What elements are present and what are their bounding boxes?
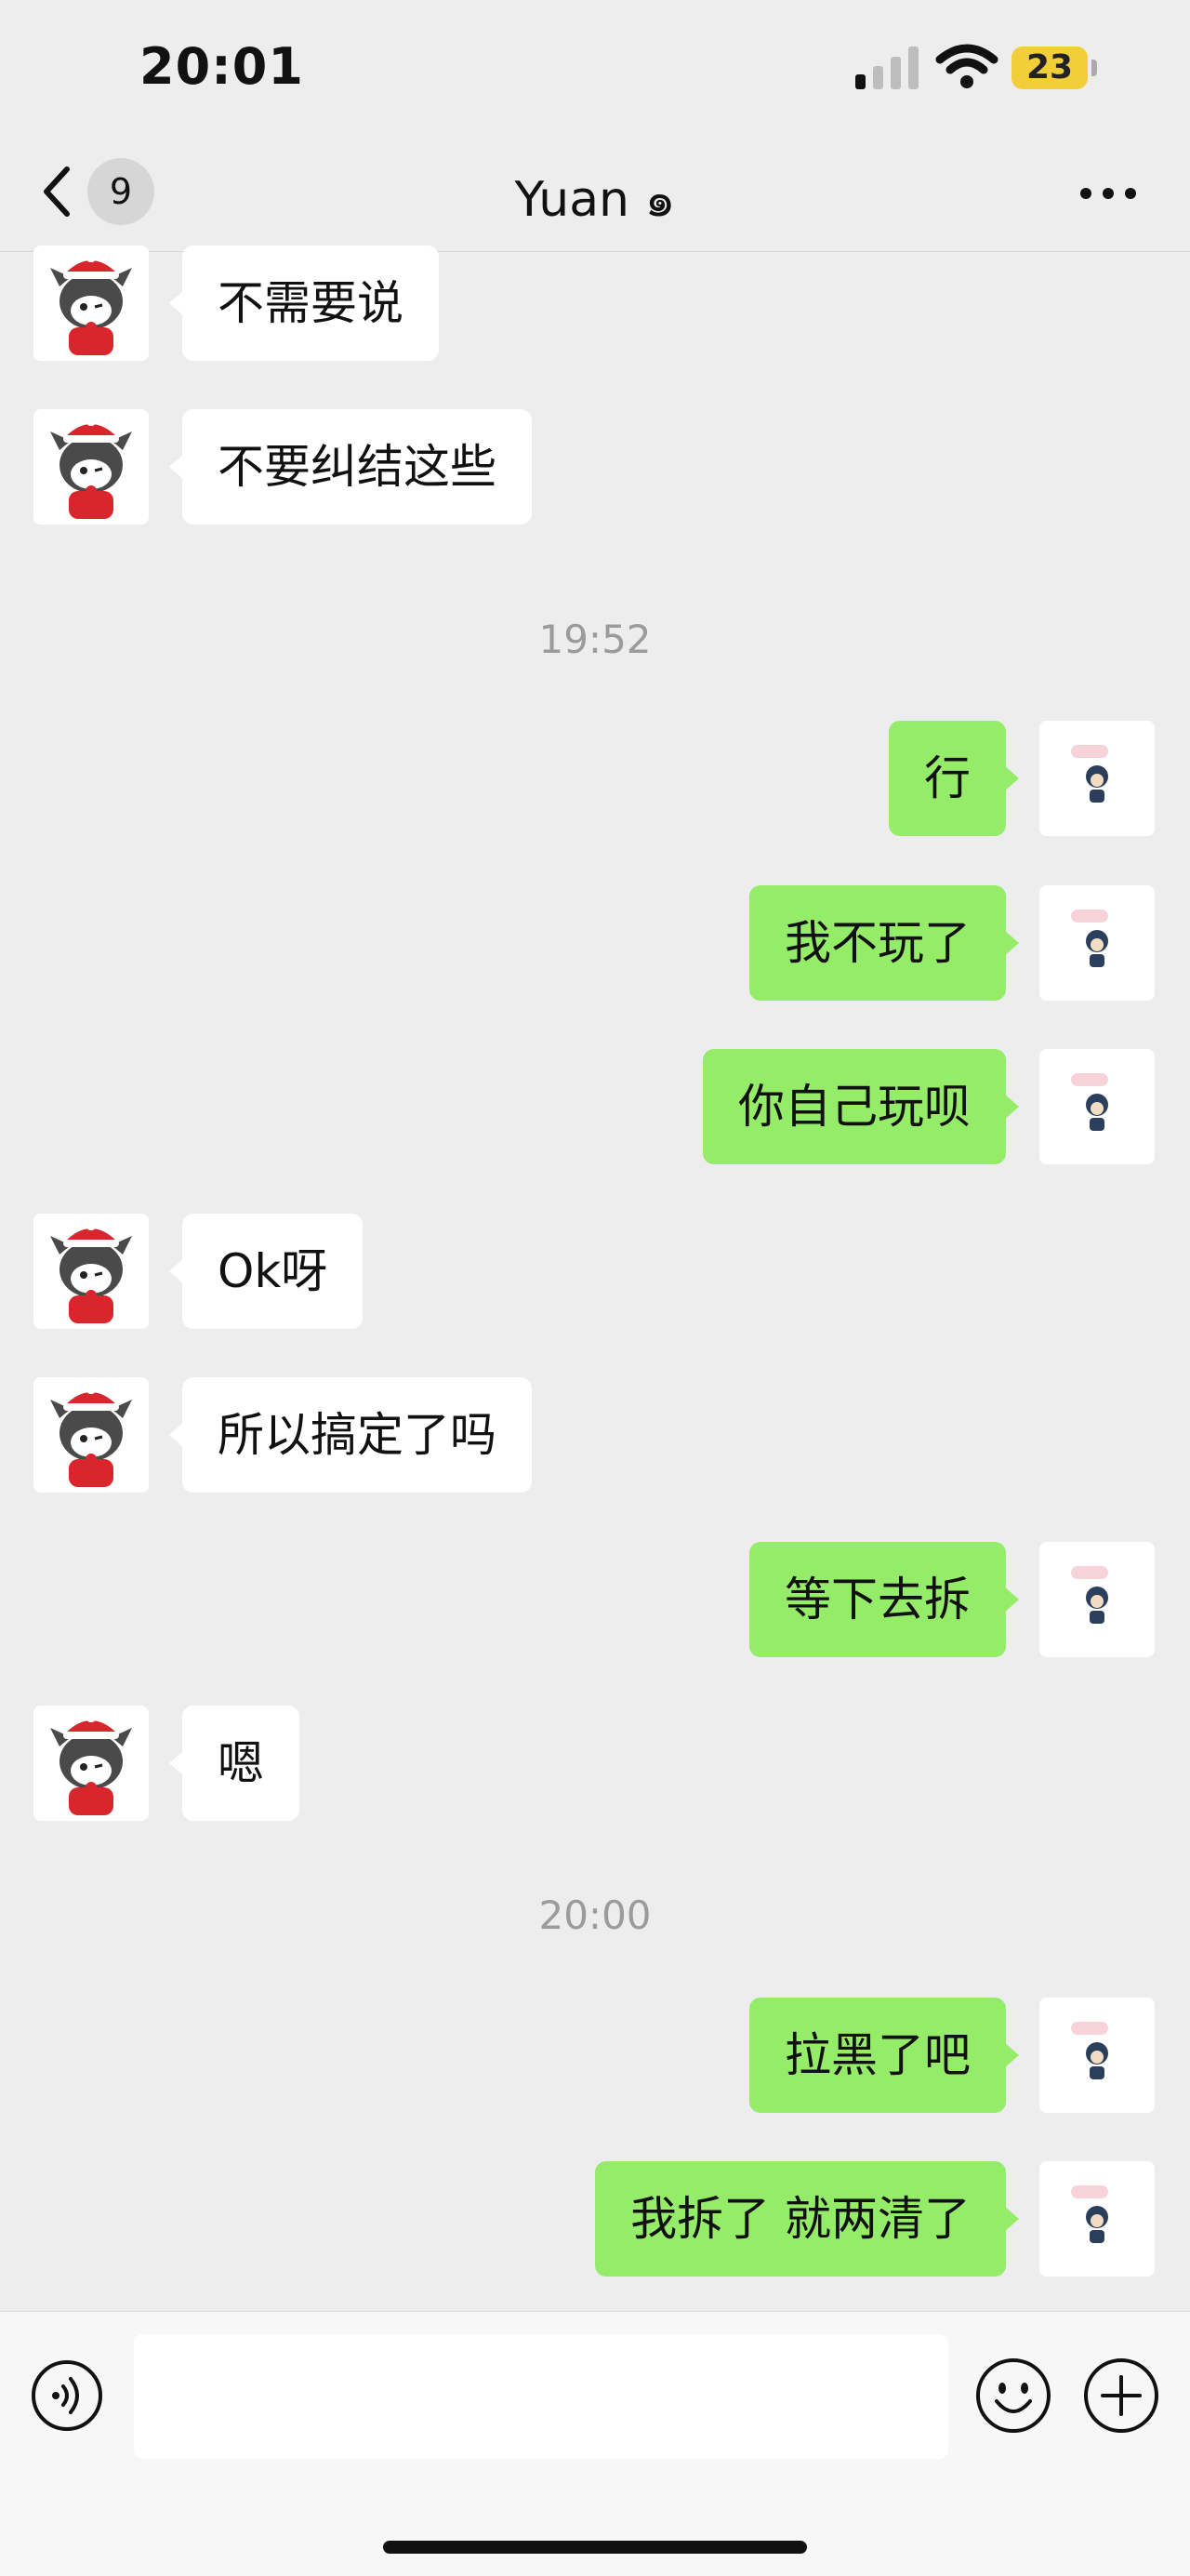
message-sent: 我拆了 就两清了: [0, 2161, 1190, 2278]
message-timestamp: 19:52: [538, 617, 652, 662]
plus-icon[interactable]: [1082, 2357, 1160, 2435]
message-sent: 行: [0, 721, 1190, 838]
message-received: 所以搞定了吗: [0, 1377, 1190, 1494]
message-bubble[interactable]: 不需要说: [169, 246, 439, 361]
user-avatar[interactable]: [1039, 885, 1155, 1001]
message-list[interactable]: 不需要说 不要纠结这些 19:52 行 我不玩了 你自己玩呗 Ok呀 所以搞定了…: [0, 246, 1190, 2311]
user-avatar-image: [1039, 2161, 1155, 2277]
emoji-icon[interactable]: [974, 2357, 1052, 2435]
status-bar: 20:01 23: [0, 0, 1190, 139]
message-sent: 等下去拆: [0, 1542, 1190, 1659]
input-bar: [0, 2311, 1190, 2576]
user-avatar-image: [1039, 885, 1155, 1001]
message-bubble[interactable]: 拉黑了吧: [749, 1998, 1019, 2113]
user-avatar[interactable]: [1039, 2161, 1155, 2277]
message-sent: 拉黑了吧: [0, 1998, 1190, 2115]
contact-avatar-image: [33, 1706, 149, 1821]
message-bubble[interactable]: 我不玩了: [749, 885, 1019, 1001]
user-avatar[interactable]: [1039, 721, 1155, 836]
message-sent: 你自己玩呗: [0, 1049, 1190, 1166]
contact-avatar-image: [33, 409, 149, 524]
contact-avatar[interactable]: [33, 409, 149, 524]
user-avatar-image: [1039, 1998, 1155, 2113]
user-avatar[interactable]: [1039, 1049, 1155, 1164]
battery-level: 23: [1012, 46, 1088, 89]
home-indicator: [383, 2541, 807, 2554]
chat-title: Yuan ๑: [514, 172, 676, 228]
message-input[interactable]: [134, 2334, 948, 2459]
more-dots-icon[interactable]: [1078, 186, 1138, 201]
status-time: 20:01: [139, 37, 304, 96]
user-avatar-image: [1039, 721, 1155, 836]
message-received: Ok呀: [0, 1214, 1190, 1331]
message-bubble[interactable]: 所以搞定了吗: [169, 1377, 532, 1493]
user-avatar-image: [1039, 1542, 1155, 1657]
contact-avatar[interactable]: [33, 1706, 149, 1821]
message-bubble[interactable]: 行: [889, 721, 1019, 836]
wifi-icon: [935, 44, 998, 88]
message-bubble[interactable]: 等下去拆: [749, 1542, 1019, 1657]
message-bubble[interactable]: 嗯: [169, 1706, 299, 1821]
contact-avatar[interactable]: [33, 1377, 149, 1493]
battery-nub: [1091, 60, 1097, 76]
contact-avatar-image: [33, 1377, 149, 1493]
message-received: 不需要说: [0, 246, 1190, 363]
contact-avatar-image: [33, 1214, 149, 1329]
message-received: 嗯: [0, 1706, 1190, 1823]
message-timestamp: 20:00: [538, 1892, 652, 1938]
message-sent: 我不玩了: [0, 885, 1190, 1003]
user-avatar-image: [1039, 1049, 1155, 1164]
voice-icon[interactable]: [30, 2358, 104, 2433]
message-bubble[interactable]: Ok呀: [168, 1214, 364, 1329]
message-received: 不要纠结这些: [0, 409, 1190, 526]
message-bubble[interactable]: 我拆了 就两清了: [595, 2161, 1019, 2277]
contact-avatar-image: [33, 246, 149, 361]
contact-avatar[interactable]: [33, 1214, 149, 1329]
message-bubble[interactable]: 你自己玩呗: [703, 1049, 1019, 1164]
user-avatar[interactable]: [1039, 1542, 1155, 1657]
contact-avatar[interactable]: [33, 246, 149, 361]
chat-navbar: 9 Yuan ๑: [0, 139, 1190, 252]
signal-icon: [855, 46, 919, 89]
user-avatar[interactable]: [1039, 1998, 1155, 2113]
message-bubble[interactable]: 不要纠结这些: [169, 409, 532, 524]
